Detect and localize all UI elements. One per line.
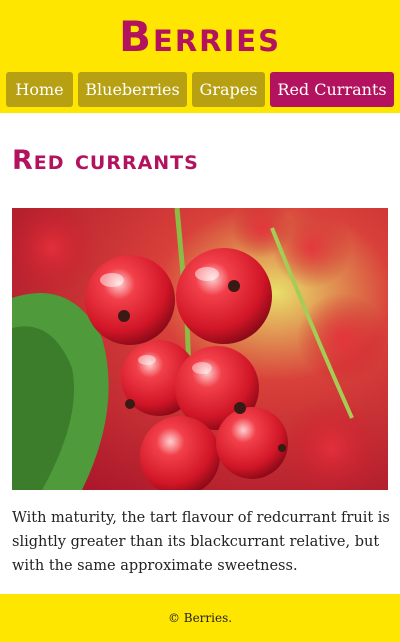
main-content: Red currants With maturity, the tart fla… [0, 113, 400, 594]
site-header: Berries Home Blueberries Grapes Red Curr… [0, 0, 400, 113]
site-footer: © Berries. [0, 594, 400, 642]
site-title: Berries [119, 12, 281, 61]
nav-item-grapes[interactable]: Grapes [192, 72, 265, 107]
description-paragraph: With maturity, the tart flavour of redcu… [12, 510, 390, 574]
main-nav: Home Blueberries Grapes Red Currants [6, 72, 394, 107]
nav-item-red-currants[interactable]: Red Currants [270, 72, 394, 107]
footer-copyright: © Berries. [167, 611, 233, 625]
nav-item-home[interactable]: Home [6, 72, 73, 107]
nav-item-blueberries[interactable]: Blueberries [78, 72, 187, 107]
red-currants-photo [12, 208, 388, 490]
page-heading: Red currants [12, 145, 199, 176]
